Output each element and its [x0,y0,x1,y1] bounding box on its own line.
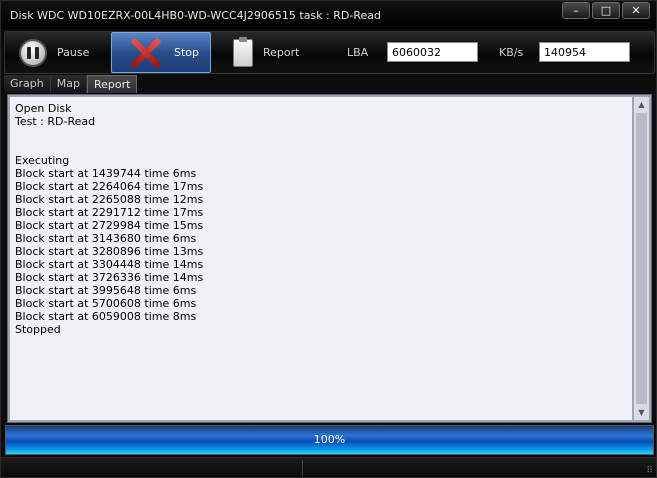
pause-icon [19,38,47,67]
report-label: Report [263,46,300,59]
clipboard-icon [233,36,253,67]
scroll-thumb[interactable] [636,113,647,404]
report-panel: Open Disk Test : RD-Read Executing Block st… [7,94,652,423]
log-line: Open Disk [15,102,72,115]
tab-map[interactable]: Map [50,75,87,93]
log-line: Test : RD-Read [15,115,96,128]
stop-button[interactable]: Stop [111,32,211,73]
maximize-button[interactable]: □ [592,2,620,19]
report-button[interactable]: Report [233,32,323,73]
scroll-up-icon[interactable]: ▲ [634,97,649,112]
tab-report[interactable]: Report [86,75,138,93]
log-line: Executing [15,154,70,167]
log-line: Block start at 3143680 time 6ms [15,232,197,245]
log-line: Block start at 3726336 time 14ms [15,271,204,284]
stop-label: Stop [174,46,200,59]
kbs-label: KB/s [499,46,524,59]
status-separator [302,460,303,476]
minimize-button[interactable]: – [562,2,590,19]
log-line: Block start at 2264064 time 17ms [15,180,204,193]
window-title: Disk WDC WD10EZRX-00L4HB0-WD-WCC4J290651… [10,9,381,22]
title-bar[interactable]: Disk WDC WD10EZRX-00L4HB0-WD-WCC4J290651… [1,1,656,29]
log-line: Block start at 3280896 time 13ms [15,245,204,258]
pause-label: Pause [57,46,90,59]
kbs-field[interactable]: 140954 [539,42,630,62]
close-button[interactable]: ✕ [622,2,650,19]
log-line: Block start at 6059008 time 8ms [15,310,197,323]
log-line: Block start at 2265088 time 12ms [15,193,204,206]
tab-graph[interactable]: Graph [4,75,51,93]
log-line: Stopped [15,323,61,336]
app-window: Disk WDC WD10EZRX-00L4HB0-WD-WCC4J290651… [0,0,657,478]
resize-grip-icon[interactable]: ⠿ [646,466,653,476]
report-log[interactable]: Open Disk Test : RD-Read Executing Block st… [10,97,632,420]
vertical-scrollbar[interactable]: ▲ ▼ [634,97,649,420]
lba-field[interactable]: 6060032 [387,42,478,62]
log-line: Block start at 3995648 time 6ms [15,284,197,297]
lba-label: LBA [347,46,369,59]
stop-icon [128,35,164,71]
window-controls: – □ ✕ [560,2,650,21]
scroll-down-icon[interactable]: ▼ [634,405,649,420]
log-line: Block start at 2291712 time 17ms [15,206,204,219]
progress-text: 100% [313,433,346,446]
tab-bar: Graph Map Report [4,75,138,93]
toolbar: Pause Stop Report LBA 6060032 KB/s 14095… [4,31,655,74]
status-bar: ⠿ [1,457,656,477]
log-line: Block start at 3304448 time 14ms [15,258,204,271]
log-line: Block start at 2729984 time 15ms [15,219,204,232]
progress-bar: 100% [5,425,654,455]
pause-button[interactable]: Pause [19,32,109,73]
log-line: Block start at 1439744 time 6ms [15,167,197,180]
log-line: Block start at 5700608 time 6ms [15,297,197,310]
